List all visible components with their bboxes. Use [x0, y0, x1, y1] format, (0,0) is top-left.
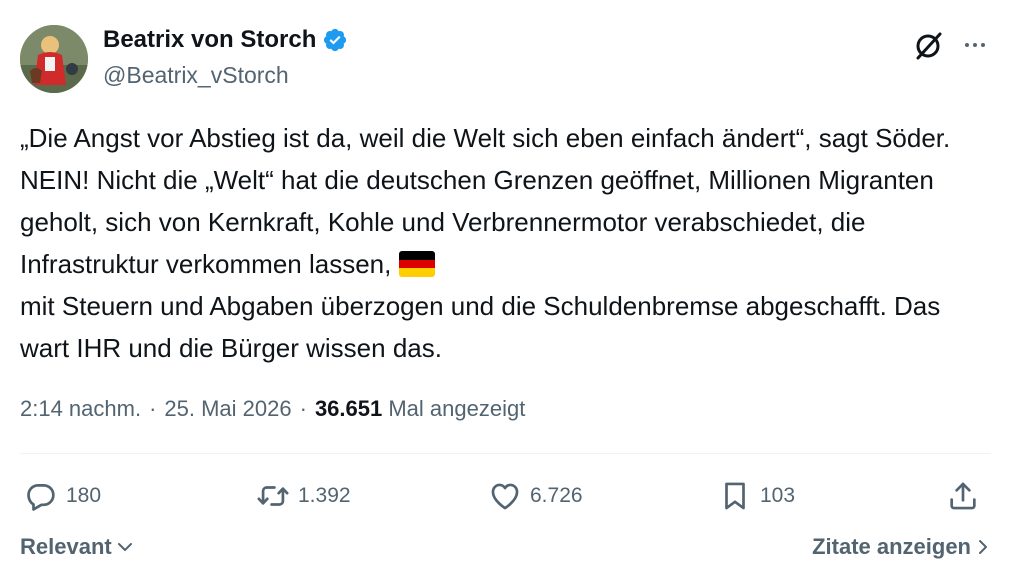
tweet-text: „Die Angst vor Abstieg ist da, weil die …	[20, 117, 995, 369]
sort-dropdown[interactable]: Relevant	[20, 534, 134, 560]
reply-count: 180	[66, 484, 102, 507]
avatar[interactable]	[20, 25, 88, 93]
meta-separator: ·	[149, 396, 157, 421]
replies-footer: Relevant Zitate anzeigen	[20, 534, 991, 560]
share-button[interactable]	[946, 474, 980, 518]
views-label: Mal angezeigt	[388, 396, 526, 421]
more-options-icon[interactable]	[958, 30, 992, 60]
view-quotes-link[interactable]: Zitate anzeigen	[812, 534, 991, 560]
meta-separator: ·	[299, 396, 307, 421]
action-bar: 180 1.392 6.726 103	[20, 474, 991, 518]
repost-button[interactable]: 1.392	[256, 474, 351, 518]
reply-button[interactable]: 180	[24, 474, 101, 518]
author-handle[interactable]: @Beatrix_vStorch	[103, 62, 289, 89]
heart-icon	[491, 483, 519, 510]
tweet-text-main: „Die Angst vor Abstieg ist da, weil die …	[20, 123, 958, 279]
views-count: 36.651	[314, 396, 383, 421]
tweet-date[interactable]: 25. Mai 2026	[164, 396, 291, 422]
bookmark-icon	[725, 482, 745, 510]
chevron-down-icon	[117, 543, 132, 551]
germany-flag-emoji	[398, 251, 435, 277]
like-count: 6.726	[530, 484, 583, 507]
author-display-name[interactable]: Beatrix von Storch	[103, 26, 316, 54]
divider	[20, 453, 991, 454]
bookmark-button[interactable]: 103	[718, 474, 795, 518]
share-icon	[950, 482, 976, 510]
sort-label: Relevant	[20, 534, 112, 559]
chevron-right-icon	[979, 540, 987, 554]
quotes-label: Zitate anzeigen	[812, 534, 971, 559]
repost-count: 1.392	[298, 484, 351, 507]
grok-icon[interactable]	[912, 28, 946, 62]
reply-icon	[27, 484, 55, 511]
tweet-meta: 2:14 nachm. · 25. Mai 2026 · 36.651 Mal …	[20, 396, 525, 422]
bookmark-count: 103	[760, 484, 796, 507]
tweet-time[interactable]: 2:14 nachm.	[20, 396, 141, 422]
repost-icon	[257, 486, 289, 506]
verified-badge-icon	[324, 28, 347, 52]
like-button[interactable]: 6.726	[488, 474, 583, 518]
tweet-text-rest: mit Steuern und Abgaben überzogen und di…	[20, 291, 948, 363]
